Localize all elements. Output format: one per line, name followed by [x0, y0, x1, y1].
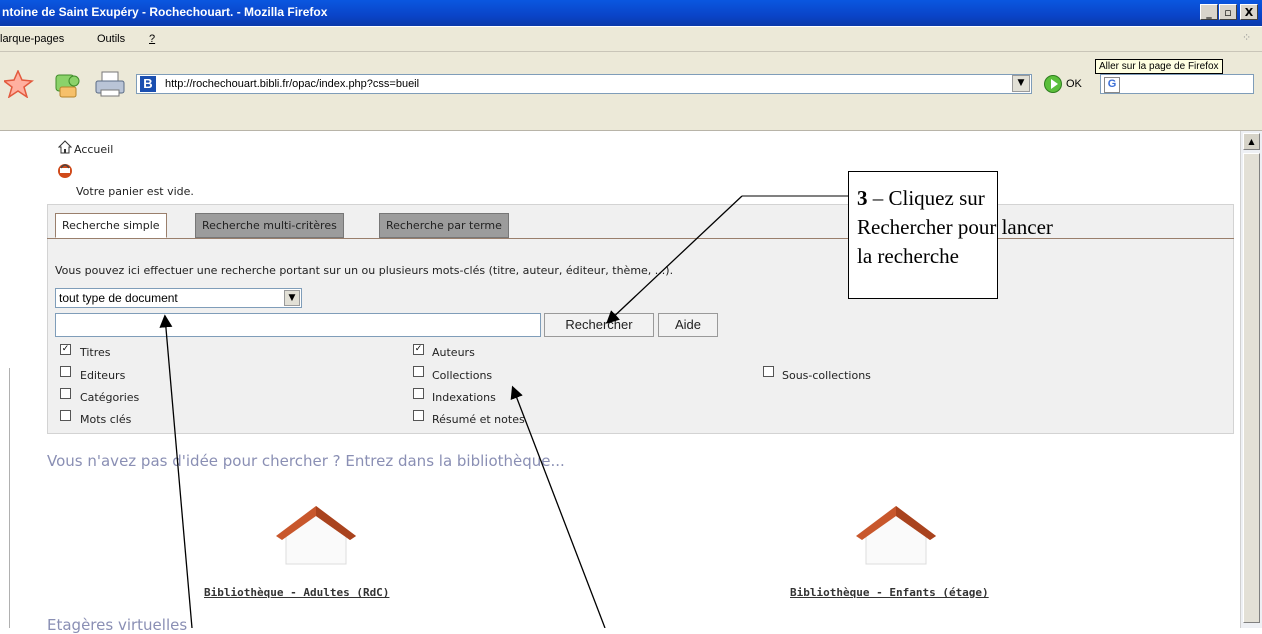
url-dropdown-button[interactable]: ▼	[1012, 75, 1030, 92]
navigation-toolbar: B http://rochechouart.bibli.fr/opac/inde…	[0, 52, 1262, 108]
search-input[interactable]	[55, 313, 541, 337]
bookmark-star-icon[interactable]	[4, 70, 34, 98]
home-icon	[58, 140, 72, 154]
minimize-button[interactable]: _	[1200, 4, 1218, 20]
menu-item-bookmarks[interactable]: larque-pages	[0, 33, 64, 45]
checkbox-label-sub-collections: Sous-collections	[782, 369, 871, 382]
document-type-select[interactable]: tout type de document ▼	[55, 288, 302, 308]
enter-library-heading: Vous n'avez pas d'idée pour chercher ? E…	[47, 452, 565, 470]
checkbox-label-publishers: Editeurs	[80, 369, 126, 382]
tab-simple-search[interactable]: Recherche simple	[55, 213, 167, 238]
checkbox-label-collections: Collections	[432, 369, 493, 382]
maximize-button[interactable]: ▫	[1219, 4, 1237, 20]
web-search-input[interactable]	[1100, 74, 1254, 94]
checkbox-indexations[interactable]	[413, 388, 424, 399]
library-adults-link[interactable]: Bibliothèque - Adultes (RdC)	[204, 586, 389, 599]
document-type-value: tout type de document	[59, 291, 178, 305]
virtual-shelves-heading: Etagères virtuelles	[47, 616, 188, 634]
home-link[interactable]: Accueil	[74, 143, 113, 156]
url-text: http://rochechouart.bibli.fr/opac/index.…	[165, 78, 420, 90]
checkbox-label-keywords: Mots clés	[80, 413, 132, 426]
tab-underline	[47, 238, 1234, 239]
tab-multi-criteria-search[interactable]: Recherche multi-critères	[195, 213, 344, 238]
checkbox-categories[interactable]	[60, 388, 71, 399]
search-description: Vous pouvez ici effectuer une recherche …	[55, 264, 674, 277]
throbber-icon: ⁘	[1242, 32, 1252, 44]
checkbox-titles[interactable]: ✓	[60, 344, 71, 355]
checkbox-sub-collections[interactable]	[763, 366, 774, 377]
window-title: ntoine de Saint Exupéry - Rochechouart. …	[2, 5, 328, 19]
basket-status-text: Votre panier est vide.	[76, 185, 194, 198]
scroll-thumb[interactable]	[1243, 153, 1260, 623]
site-favicon-icon: B	[140, 76, 156, 92]
scroll-up-button[interactable]: ▲	[1243, 133, 1260, 150]
library-children-link[interactable]: Bibliothèque - Enfants (étage)	[790, 586, 989, 599]
library-children-house-icon[interactable]	[856, 502, 936, 566]
tab-term-search[interactable]: Recherche par terme	[379, 213, 509, 238]
menu-bar: larque-pages Outils ? ⁘	[0, 27, 1262, 52]
menu-item-help[interactable]: ?	[149, 33, 155, 45]
checkbox-publishers[interactable]	[60, 366, 71, 377]
checkbox-summary-notes[interactable]	[413, 410, 424, 421]
url-bar[interactable]: B http://rochechouart.bibli.fr/opac/inde…	[136, 74, 1032, 94]
chevron-down-icon: ▼	[284, 290, 300, 306]
vertical-scrollbar[interactable]: ▲	[1240, 131, 1262, 628]
callout-step-number: 3	[857, 186, 868, 210]
google-search-icon[interactable]: G	[1104, 77, 1120, 93]
checkbox-label-categories: Catégories	[80, 391, 140, 404]
tooltip: Aller sur la page de Firefox	[1095, 59, 1223, 74]
checkbox-label-authors: Auteurs	[432, 346, 475, 359]
checkbox-label-indexations: Indexations	[432, 391, 496, 404]
callout-line-3: la recherche	[857, 244, 959, 268]
window-title-bar: ntoine de Saint Exupéry - Rochechouart. …	[0, 0, 1262, 26]
close-button[interactable]: X	[1240, 4, 1258, 20]
checkbox-label-titles: Titres	[80, 346, 111, 359]
menu-item-tools[interactable]: Outils	[97, 33, 125, 45]
callout-line-1: 3 – Cliquez sur	[857, 186, 985, 211]
print-icon[interactable]	[94, 70, 126, 98]
library-adults-house-icon[interactable]	[276, 502, 356, 566]
instruction-callout: 3 – Cliquez sur Rechercher pour lancer l…	[848, 171, 1053, 299]
bookmarks-toolbar	[0, 108, 1262, 131]
go-arrow-icon[interactable]	[1044, 75, 1062, 93]
sidebar-divider	[9, 368, 10, 628]
callout-line-1-text: – Cliquez sur	[867, 186, 985, 210]
search-button[interactable]: Rechercher	[544, 313, 654, 337]
checkbox-keywords[interactable]	[60, 410, 71, 421]
callout-line-2: Rechercher pour lancer	[857, 215, 1053, 239]
addons-puzzle-icon[interactable]	[52, 69, 84, 99]
go-button-label[interactable]: OK	[1066, 78, 1082, 90]
basket-icon	[58, 164, 72, 178]
checkbox-label-summary-notes: Résumé et notes	[432, 413, 525, 426]
checkbox-authors[interactable]: ✓	[413, 344, 424, 355]
help-button[interactable]: Aide	[658, 313, 718, 337]
checkbox-collections[interactable]	[413, 366, 424, 377]
